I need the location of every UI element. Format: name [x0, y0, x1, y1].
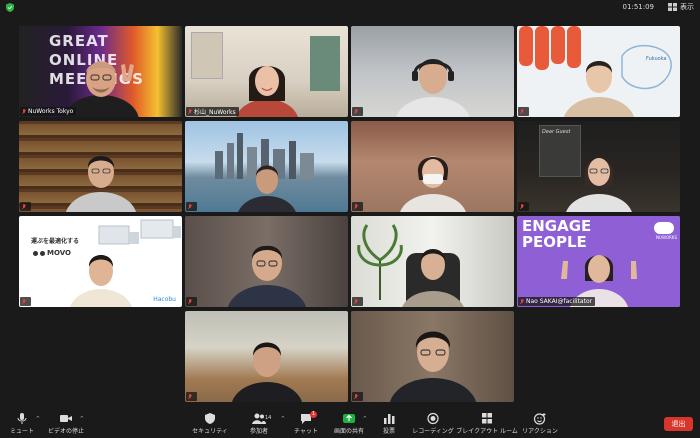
background-map-label: Fukuoka [646, 56, 667, 62]
mic-muted-icon [354, 108, 358, 114]
window-decor [191, 32, 223, 79]
participant-tile-9[interactable]: 運ぶを最適化する MOVO Hacobu [19, 216, 182, 307]
security-shield-icon [6, 3, 14, 12]
participant-name: NuWorks Tokyo [28, 108, 74, 115]
mic-muted-icon [188, 298, 192, 304]
video-camera-icon [60, 415, 72, 422]
reactions-button[interactable]: リアクション [510, 412, 570, 435]
chat-unread-badge: 1 [310, 411, 317, 418]
movo-logo-icon [33, 250, 38, 256]
share-screen-icon [343, 414, 355, 423]
participant-video [231, 342, 302, 402]
participant-video [389, 331, 476, 402]
bar-chart-icon [384, 414, 395, 424]
record-label: レコーディング [412, 428, 454, 435]
participant-tile-10[interactable] [185, 216, 348, 307]
participants-icon [252, 413, 266, 424]
chevron-up-icon[interactable]: ^ [80, 416, 84, 422]
participant-name-tag: NuWorks Tokyo [20, 107, 77, 116]
hacobu-logo-text: Hacobu [153, 296, 176, 303]
mic-muted-icon [354, 203, 358, 209]
background-slogan-line-1: ENGAGE [522, 217, 592, 235]
participant-name-tag [186, 202, 197, 211]
participant-tile-3[interactable] [351, 26, 514, 117]
participant-video [563, 61, 634, 117]
participant-name: Nao SAKAI@facilitator [526, 298, 593, 305]
participants-label: 参加者 [249, 428, 268, 435]
gallery-grid-icon [668, 3, 677, 11]
mic-muted-icon [188, 393, 192, 399]
microphone-icon [17, 413, 27, 424]
mic-muted-icon [354, 298, 358, 304]
mic-muted-icon [520, 298, 524, 304]
participant-name: 杉山_NuWorks [194, 109, 236, 116]
shelf-decor [310, 36, 340, 91]
participant-name-tag [352, 202, 363, 211]
participant-tile-11[interactable] [351, 216, 514, 307]
participant-video [395, 59, 470, 117]
mic-muted-icon [520, 203, 524, 209]
participant-tile-8[interactable]: Dear Guest [517, 121, 680, 212]
participant-name-tag [186, 392, 197, 401]
chalkboard-text: Dear Guest [542, 129, 571, 135]
movo-logo-icon-2 [40, 250, 45, 256]
breakout-rooms-icon [482, 413, 492, 424]
participant-name-tag [518, 202, 529, 211]
shield-icon [205, 413, 215, 424]
breakout-rooms-label: ブレイクアウト ルーム [456, 428, 518, 435]
participant-video [65, 156, 136, 212]
participant-tile-14[interactable] [351, 311, 514, 402]
security-label: セキュリティ [192, 428, 228, 435]
mic-muted-icon [520, 108, 524, 114]
breakout-rooms-button[interactable]: ブレイクアウト ルーム [456, 412, 518, 435]
participant-name-tag [352, 297, 363, 306]
record-icon [427, 412, 439, 425]
participant-tile-4[interactable]: Fukuoka [517, 26, 680, 117]
participant-name-tag [518, 107, 529, 116]
leave-meeting-button[interactable]: 退出 [664, 417, 693, 431]
chat-label: チャット [294, 428, 318, 435]
participant-video [227, 245, 306, 307]
mic-muted-icon [22, 298, 26, 304]
participant-tile-12-active-speaker[interactable]: ENGAGE PEOPLE NUWORKS Nao SAKAI@facilita… [517, 216, 680, 307]
reactions-label: リアクション [522, 428, 558, 435]
mic-muted-icon [22, 203, 26, 209]
view-label: 表示 [680, 3, 694, 11]
participants-count: 14 [265, 415, 272, 421]
participant-video [565, 158, 632, 212]
participant-name-tag [186, 297, 197, 306]
record-button[interactable]: レコーディング [403, 412, 463, 435]
meeting-timer: 01:51:09 [622, 3, 654, 11]
participant-video [237, 165, 296, 212]
participant-name-tag [352, 107, 363, 116]
mute-label: ミュート [9, 428, 34, 435]
top-bar: 01:51:09 表示 [0, 0, 700, 16]
mic-muted-icon [188, 108, 192, 114]
participant-tile-5[interactable] [19, 121, 182, 212]
participant-name-tag: Nao SAKAI@facilitator [518, 297, 596, 306]
mic-muted-icon [354, 393, 358, 399]
participant-tile-2[interactable]: 杉山_NuWorks [185, 26, 348, 117]
nuworks-logo-text: NUWORKS [656, 235, 677, 240]
view-button[interactable]: 表示 [668, 2, 694, 12]
participant-tile-1[interactable]: GREAT ONLINE MEETINGS NuWorks Tokyo [19, 26, 182, 117]
participant-tile-6[interactable] [185, 121, 348, 212]
stop-video-label: ビデオの停止 [47, 428, 84, 435]
meeting-toolbar: ^ ミュート ^ ビデオの停止 セキュリティ 14 ^ 参加者 1 チャット ^… [0, 410, 700, 438]
participant-video [399, 156, 466, 212]
mic-muted-icon [188, 203, 192, 209]
participant-video [69, 255, 132, 307]
participant-video [401, 249, 464, 307]
mic-muted-icon [22, 108, 26, 114]
participant-name-tag [20, 202, 31, 211]
participant-name-tag [352, 392, 363, 401]
participant-name-tag: 杉山_NuWorks [186, 107, 239, 116]
participant-tile-7[interactable] [351, 121, 514, 212]
polls-label: 投票 [382, 428, 395, 435]
nuworks-logo-badge [654, 222, 674, 234]
smiley-plus-icon [533, 413, 546, 425]
participant-tile-13[interactable] [185, 311, 348, 402]
stop-video-button[interactable]: ^ ビデオの停止 [36, 412, 96, 435]
participant-name-tag [20, 297, 31, 306]
